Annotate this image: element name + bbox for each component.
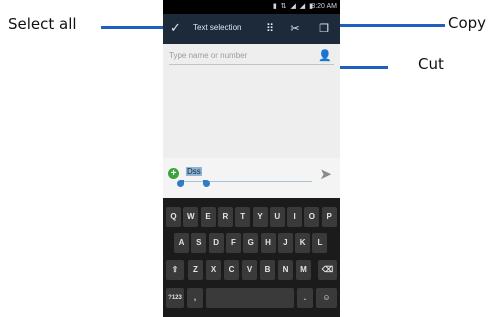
add-attachment-icon[interactable]: +	[168, 168, 179, 179]
selection-handle-right[interactable]	[203, 180, 210, 187]
key-v[interactable]: V	[242, 260, 257, 280]
recipient-placeholder: Type name or number	[169, 51, 248, 60]
selection-handle-left[interactable]	[177, 180, 184, 187]
key-p[interactable]: P	[321, 207, 337, 227]
key-s[interactable]: S	[191, 233, 207, 253]
cut-icon[interactable]: ✂	[288, 22, 302, 36]
recipient-field[interactable]: Type name or number 👤	[169, 50, 334, 65]
key-o[interactable]: O	[304, 207, 320, 227]
key-d[interactable]: D	[208, 233, 224, 253]
status-icons: ▮ ⇅ ◢ ◢ ▮	[272, 3, 314, 10]
phone-screen: ▮ ⇅ ◢ ◢ ▮ 8:20 AM ✓ Text selection ⠿ ✂ ❐…	[163, 0, 340, 317]
key-m[interactable]: M	[296, 260, 311, 280]
shift-key[interactable]: ⇧	[166, 260, 184, 280]
key-t[interactable]: T	[235, 207, 251, 227]
action-bar-title: Text selection	[193, 23, 242, 32]
select-all-callout: Select all	[8, 15, 77, 33]
key-z[interactable]: Z	[188, 260, 203, 280]
key-j[interactable]: J	[277, 233, 293, 253]
keyboard-row-2: ASDFGHJKL	[163, 233, 340, 257]
symbols-key[interactable]: ?123	[166, 288, 184, 308]
send-icon[interactable]: ➤	[319, 165, 332, 183]
contact-person-icon[interactable]: 👤	[318, 49, 332, 62]
key-q[interactable]: Q	[166, 207, 181, 227]
copy-callout-line	[326, 24, 445, 27]
copy-icon[interactable]: ❐	[317, 22, 331, 36]
key-b[interactable]: B	[260, 260, 275, 280]
key-r[interactable]: R	[217, 207, 233, 227]
keyboard-row-1: QWERTYUIOP	[163, 207, 340, 231]
key-i[interactable]: I	[287, 207, 303, 227]
key-n[interactable]: N	[278, 260, 293, 280]
key-a[interactable]: A	[174, 233, 189, 253]
key-l[interactable]: L	[312, 233, 328, 253]
status-time: 8:20 AM	[311, 3, 337, 10]
key-y[interactable]: Y	[252, 207, 268, 227]
key-u[interactable]: U	[269, 207, 285, 227]
select-all-icon[interactable]: ⠿	[263, 22, 277, 36]
key-e[interactable]: E	[200, 207, 216, 227]
copy-callout: Copy	[448, 14, 487, 32]
space-key[interactable]	[206, 288, 294, 308]
key-c[interactable]: C	[224, 260, 239, 280]
key-k[interactable]: K	[295, 233, 311, 253]
key-w[interactable]: W	[183, 207, 199, 227]
keyboard: QWERTYUIOP ASDFGHJKL ⇧ ZXCVBNM ⌫ ?123 , …	[163, 198, 340, 317]
key-f[interactable]: F	[225, 233, 241, 253]
key-x[interactable]: X	[206, 260, 221, 280]
done-check-icon[interactable]: ✓	[170, 20, 181, 36]
keyboard-row-4: ?123 , . ☺	[163, 288, 340, 312]
keyboard-row-3: ⇧ ZXCVBNM ⌫	[163, 260, 340, 284]
cut-callout: Cut	[418, 55, 444, 73]
emoji-key[interactable]: ☺	[316, 288, 337, 308]
delete-key[interactable]: ⌫	[318, 260, 337, 280]
message-text-selected[interactable]: Dss	[186, 167, 202, 176]
message-content-area: Type name or number 👤	[163, 44, 340, 158]
status-bar: ▮ ⇅ ◢ ◢ ▮ 8:20 AM	[163, 0, 340, 14]
key-h[interactable]: H	[260, 233, 276, 253]
comma-key[interactable]: ,	[187, 288, 203, 308]
compose-bar: + Dss ➤	[163, 158, 340, 198]
period-key[interactable]: .	[297, 288, 313, 308]
text-selection-action-bar: ✓ Text selection ⠿ ✂ ❐	[163, 14, 340, 44]
key-g[interactable]: G	[243, 233, 259, 253]
